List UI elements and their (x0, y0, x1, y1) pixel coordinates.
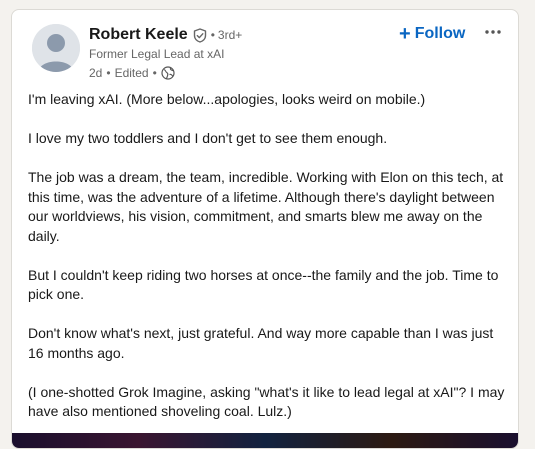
edited-label: Edited (114, 65, 149, 80)
author-name-row: Robert Keele • 3rd+ (89, 24, 242, 46)
more-options-button[interactable] (480, 20, 506, 44)
post-time: 2d (89, 65, 103, 80)
follow-button[interactable]: + Follow (395, 22, 469, 46)
author-block: Robert Keele • 3rd+ Former Legal Lead at… (89, 24, 242, 80)
post-card: Robert Keele • 3rd+ Former Legal Lead at… (11, 9, 519, 449)
plus-icon: + (399, 23, 411, 45)
post-paragraph: I'm leaving xAI. (More below...apologies… (28, 91, 426, 107)
bullet-separator: • (106, 65, 111, 80)
default-avatar-icon (32, 24, 80, 72)
author-headline: Former Legal Lead at xAI (89, 47, 225, 61)
avatar[interactable] (32, 24, 80, 72)
verified-shield-icon (193, 27, 207, 43)
post-image[interactable] (12, 433, 518, 448)
post-paragraph: Don't know what's next, just grateful. A… (28, 325, 494, 361)
author-name[interactable]: Robert Keele (89, 26, 188, 44)
post-body: I'm leaving xAI. (More below...apologies… (28, 90, 510, 441)
bullet-separator: • (152, 65, 157, 80)
connection-degree: 3rd+ (217, 28, 243, 42)
post-paragraph: The job was a dream, the team, incredibl… (28, 169, 504, 244)
post-paragraph: (I one-shotted Grok Imagine, asking "wha… (28, 383, 505, 420)
post-paragraph: But I couldn't keep riding two horses at… (28, 266, 499, 303)
ellipsis-icon (485, 30, 501, 34)
post-paragraph: I love my two toddlers and I don't get t… (28, 130, 388, 146)
bullet-separator: • (210, 28, 215, 42)
globe-icon (161, 65, 175, 80)
follow-label: Follow (414, 25, 466, 42)
post-meta: 2d • Edited • (89, 65, 242, 80)
